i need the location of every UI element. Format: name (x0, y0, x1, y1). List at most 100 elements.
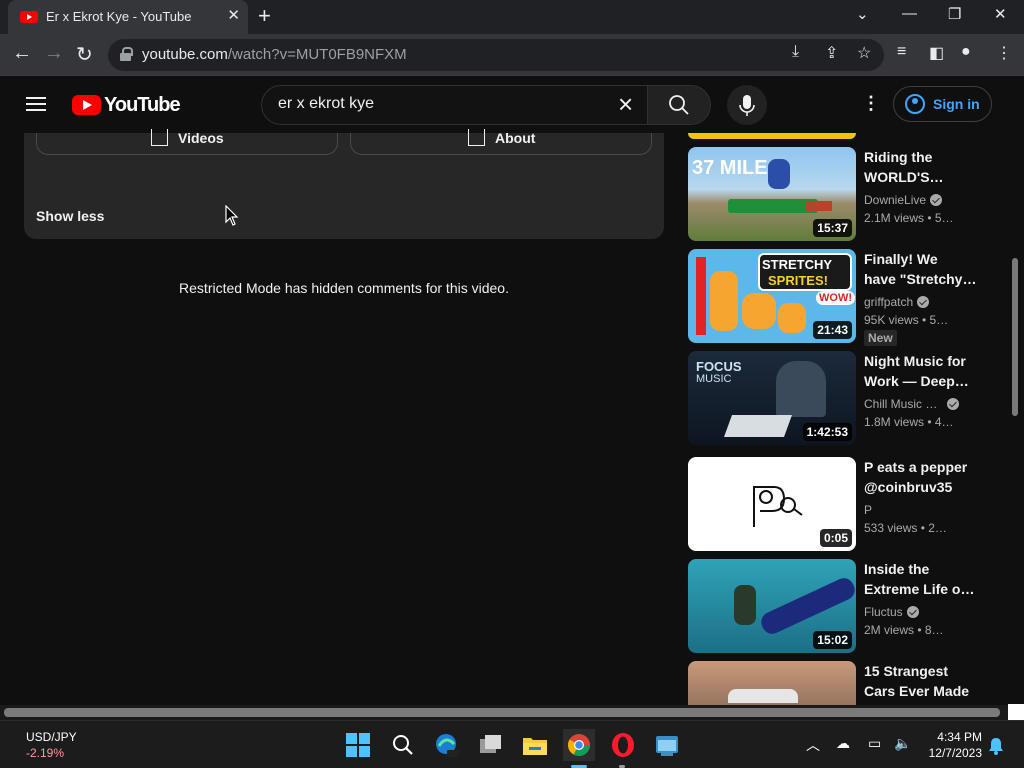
video-thumbnail[interactable]: STRETCHY SPRITES! WOW! 21:43 (688, 249, 856, 343)
about-label: About (495, 130, 536, 146)
windows-start-icon[interactable] (342, 729, 374, 761)
duration-badge: 15:37 (813, 219, 852, 237)
minimize-button[interactable]: — (902, 5, 917, 22)
video-title[interactable]: Riding the WORLD'S… (864, 147, 974, 187)
youtube-header: YouTube × ⋮ Sign in (0, 77, 1024, 133)
tab-search-chevron-icon[interactable]: ⌄ (856, 5, 869, 23)
train-car-figure (806, 201, 832, 211)
video-title[interactable]: 15 Strangest Cars Ever Made (864, 661, 984, 701)
restricted-mode-message: Restricted Mode has hidden comments for … (179, 280, 509, 296)
video-title[interactable]: Finally! We have "Stretchy… (864, 249, 984, 289)
share-icon[interactable]: ⇪ (825, 43, 838, 63)
video-thumbnail[interactable]: 37 MILES 15:37 (688, 147, 856, 241)
guide-menu-icon[interactable] (26, 97, 46, 111)
sign-in-button[interactable]: Sign in (893, 86, 992, 122)
thumbnail-text: STRETCHY (762, 257, 833, 272)
video-title[interactable]: P eats a pepper @coinbruv35 (864, 457, 984, 497)
related-video[interactable]: 37 MILES 15:37 Riding the WORLD'S… Downie… (688, 147, 998, 241)
edge-beta-icon[interactable] (431, 729, 463, 761)
related-video[interactable]: 15 Strangest Cars Ever Made (688, 661, 998, 705)
related-video[interactable]: FOCUS MUSIC 1:42:53 Night Music for Work … (688, 351, 998, 445)
app-window-icon[interactable] (651, 729, 683, 761)
close-tab-icon[interactable]: ✕ (227, 6, 240, 24)
search-box[interactable] (261, 85, 648, 125)
url-text[interactable]: youtube.com/watch?v=MUT0FB9NFXM (142, 46, 407, 63)
stock-change: -2.19% (26, 746, 65, 760)
video-thumbnail[interactable]: FOCUS MUSIC 1:42:53 (688, 351, 856, 445)
channel-name[interactable]: P (864, 503, 872, 517)
search-icon[interactable] (387, 729, 419, 761)
opera-icon[interactable] (607, 729, 639, 761)
video-title[interactable]: Night Music for Work — Deep… (864, 351, 984, 391)
restore-button[interactable]: ❐ (948, 5, 961, 23)
settings-kebab-icon[interactable]: ⋮ (862, 93, 880, 114)
install-app-icon[interactable]: ⤓ (792, 43, 799, 61)
video-meta: 1.8M views • 4… (864, 415, 954, 429)
show-hidden-icons-chevron-icon[interactable]: ︿ (806, 735, 820, 755)
lock-icon[interactable] (120, 47, 133, 61)
network-icon[interactable]: ▭ (868, 735, 881, 752)
channel-name[interactable]: DownieLive (864, 193, 943, 207)
mouse-cursor-icon (225, 205, 239, 226)
partial-thumbnail[interactable] (688, 133, 856, 139)
video-thumbnail[interactable] (688, 661, 856, 705)
close-window-button[interactable]: ✕ (994, 5, 1007, 23)
forward-button[interactable]: → (44, 42, 64, 65)
related-video[interactable]: 15:02 Inside the Extreme Life o… Fluctus … (688, 559, 998, 653)
tab-title: Er x Ekrot Kye - YouTube (46, 9, 192, 24)
onedrive-cloud-icon[interactable]: ☁ (836, 735, 850, 752)
channel-about-button[interactable]: About (350, 129, 652, 155)
new-tab-button[interactable]: + (258, 3, 271, 29)
clock-date: 12/7/2023 (928, 746, 982, 760)
notification-bell-icon[interactable] (988, 737, 1004, 755)
video-thumbnail[interactable]: 15:02 (688, 559, 856, 653)
clear-search-icon[interactable]: × (618, 91, 633, 117)
thumbnail-text: MUSIC (696, 373, 732, 385)
horizontal-scrollbar[interactable] (4, 708, 1000, 717)
chrome-icon[interactable] (563, 729, 595, 761)
duration-badge: 1:42:53 (802, 423, 852, 441)
video-play-icon (151, 129, 168, 146)
p-character-drawing (753, 486, 803, 527)
browser-tab[interactable]: Er x Ekrot Kye - YouTube ✕ (8, 0, 248, 34)
profile-icon[interactable]: ● (961, 43, 971, 61)
voice-search-button[interactable] (727, 85, 767, 125)
person-figure (776, 361, 826, 417)
channel-name[interactable]: griffpatch (864, 295, 930, 309)
file-explorer-icon[interactable] (519, 729, 551, 761)
browser-tab-strip: Er x Ekrot Kye - YouTube ✕ + ⌄ — ❐ ✕ (0, 0, 1024, 34)
related-video[interactable]: 0:05 P eats a pepper @coinbruv35 P 533 vi… (688, 457, 998, 551)
duration-badge: 15:02 (813, 631, 852, 649)
search-button[interactable] (647, 85, 711, 125)
channel-name[interactable]: Chill Music … (864, 397, 960, 411)
task-view-icon[interactable] (475, 729, 507, 761)
car-figure (728, 689, 798, 703)
volume-muted-icon[interactable]: 🔈 (894, 735, 911, 752)
vertical-scrollbar[interactable] (1012, 258, 1018, 416)
media-controls-icon[interactable]: ≡ (897, 43, 906, 61)
video-thumbnail[interactable]: 0:05 (688, 457, 856, 551)
show-less-button[interactable]: Show less (36, 208, 104, 224)
related-video[interactable]: STRETCHY SPRITES! WOW! 21:43 Finally! We… (688, 249, 998, 346)
train-figure (728, 199, 818, 213)
search-icon (669, 95, 689, 115)
channel-videos-button[interactable]: Videos (36, 129, 338, 155)
cat-sprite-figure (710, 271, 738, 331)
clock-time: 4:34 PM (937, 730, 982, 744)
search-input[interactable] (278, 95, 598, 113)
bookmark-star-icon[interactable]: ☆ (857, 43, 871, 63)
verified-badge-icon (947, 398, 960, 410)
red-arrow-figure (696, 257, 706, 335)
back-button[interactable]: ← (12, 42, 32, 65)
channel-name[interactable]: Fluctus (864, 605, 919, 619)
youtube-play-icon (72, 95, 101, 115)
browser-menu-icon[interactable]: ⋮ (996, 43, 1012, 63)
reload-button[interactable]: ↻ (76, 42, 93, 67)
thumbnail-text: FOCUS (696, 359, 742, 374)
scrollbar-corner (1008, 704, 1024, 720)
address-bar[interactable]: youtube.com/watch?v=MUT0FB9NFXM (108, 39, 884, 71)
side-panel-icon[interactable]: ◧ (929, 43, 944, 63)
video-title[interactable]: Inside the Extreme Life o… (864, 559, 984, 599)
verified-badge-icon (917, 296, 930, 308)
video-meta: 533 views • 2… (864, 521, 947, 535)
